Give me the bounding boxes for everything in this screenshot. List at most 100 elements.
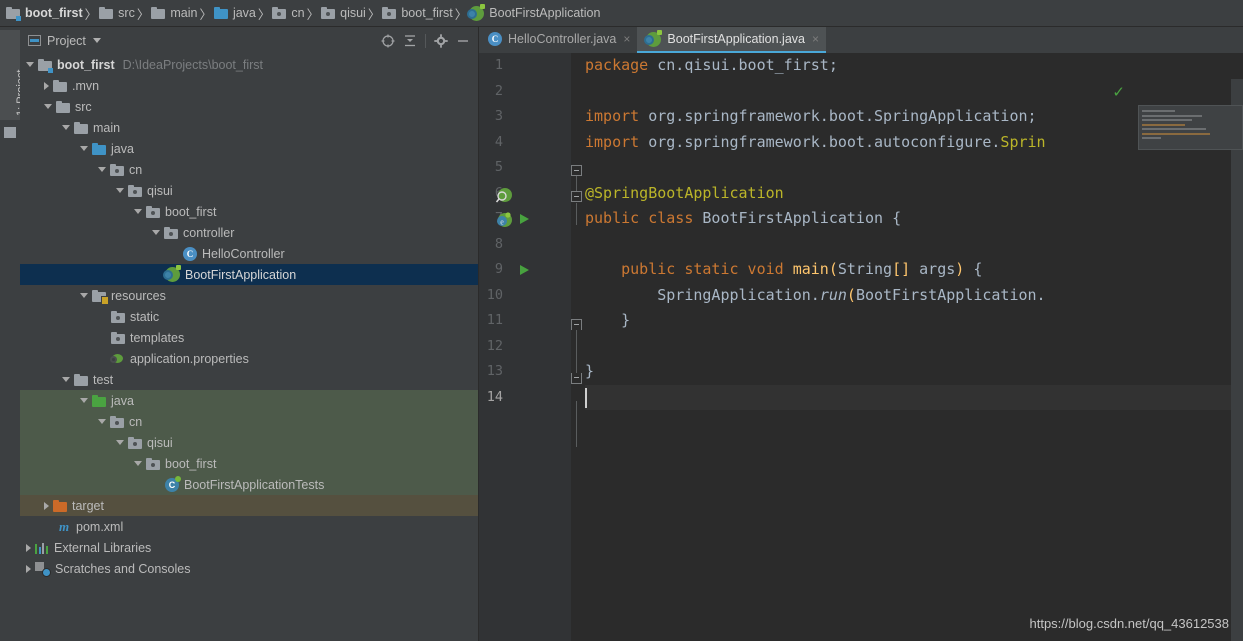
- breadcrumb-item-qisui[interactable]: qisui: [319, 0, 368, 27]
- tree-row-application-properties[interactable]: application.properties: [20, 348, 478, 369]
- chevron-down-icon[interactable]: [80, 398, 88, 403]
- code-line-3[interactable]: import org.springframework.boot.SpringAp…: [585, 104, 1037, 130]
- code-line-1[interactable]: package cn.qisui.boot_first;: [585, 53, 838, 79]
- fold-marker[interactable]: [571, 165, 582, 176]
- tree-row-test[interactable]: test: [20, 369, 478, 390]
- chevron-down-icon[interactable]: [98, 167, 106, 172]
- tree-row-hellocontroller[interactable]: C HelloController: [20, 243, 478, 264]
- breadcrumb-item-boot-first[interactable]: boot_first: [380, 0, 454, 27]
- tree-row-qisui[interactable]: qisui: [20, 180, 478, 201]
- tree-row-boot-first[interactable]: boot_first: [20, 453, 478, 474]
- chevron-down-icon[interactable]: [98, 419, 106, 424]
- scratches-icon: [35, 561, 51, 577]
- fold-column[interactable]: [571, 53, 585, 641]
- settings-button[interactable]: [430, 30, 452, 52]
- structure-icon[interactable]: [4, 127, 16, 138]
- tree-row-templates[interactable]: templates: [20, 327, 478, 348]
- code-token: run: [819, 285, 847, 304]
- chevron-down-icon[interactable]: [80, 146, 88, 151]
- chevron-down-icon[interactable]: [62, 377, 70, 382]
- breadcrumb-item-boot-first[interactable]: boot_first: [4, 0, 85, 27]
- chevron-down-icon[interactable]: [26, 62, 34, 67]
- code-line-9[interactable]: public static void main(String[] args) {: [585, 257, 982, 283]
- inspection-status-icon[interactable]: ✓: [1112, 83, 1125, 101]
- tree-row-label: test: [93, 372, 114, 387]
- tree-row-label: External Libraries: [54, 540, 152, 555]
- tree-row--mvn[interactable]: .mvn: [20, 75, 478, 96]
- code-token: []: [892, 260, 911, 278]
- line-number: 13: [486, 363, 503, 379]
- spring-boot-class-icon: [467, 3, 486, 21]
- code-line-13[interactable]: }: [585, 359, 594, 385]
- hide-panel-button[interactable]: [452, 30, 474, 52]
- code-line-7[interactable]: public class BootFirstApplication {: [585, 206, 901, 232]
- code-area[interactable]: 1234567891011121314e package cn.qisui.bo…: [479, 53, 1243, 641]
- chevron-down-icon[interactable]: [62, 125, 70, 130]
- tree-row-static[interactable]: static: [20, 306, 478, 327]
- breadcrumb-item-cn[interactable]: cn: [270, 0, 306, 27]
- chevron-down-icon[interactable]: [134, 209, 142, 214]
- chevron-down-icon[interactable]: [152, 230, 160, 235]
- code-line-6[interactable]: @SpringBootApplication: [585, 181, 784, 207]
- code-token: org.springframework.boot.SpringApplicati…: [648, 107, 1037, 125]
- tree-row-qisui[interactable]: qisui: [20, 432, 478, 453]
- tree-row-java[interactable]: java: [20, 390, 478, 411]
- tree-row-controller[interactable]: controller: [20, 222, 478, 243]
- editor-right-gutter[interactable]: [1231, 79, 1243, 641]
- fold-marker[interactable]: [571, 191, 582, 202]
- tree-row-scratches-and-consoles[interactable]: Scratches and Consoles: [20, 558, 478, 579]
- chevron-right-icon[interactable]: [44, 81, 49, 90]
- spring-bean-search-icon[interactable]: [495, 187, 513, 208]
- chevron-down-icon[interactable]: [116, 440, 124, 445]
- tool-window-tab-project[interactable]: 1: Project: [0, 30, 27, 120]
- editor-gutter[interactable]: 1234567891011121314e: [479, 53, 575, 641]
- project-tree[interactable]: boot_first D:\IdeaProjects\boot_first .mvn…: [20, 54, 478, 579]
- editor-tab-bar: C HelloController.java × BootFirstApplicati…: [479, 27, 1243, 53]
- breadcrumb-item-src[interactable]: src: [97, 0, 137, 27]
- tree-row-bootfirstapplicationtests[interactable]: BootFirstApplicationTests: [20, 474, 478, 495]
- breadcrumb-item-bootfirstapplication[interactable]: BootFirstApplication: [467, 0, 602, 27]
- tree-row-boot-first[interactable]: boot_first D:\IdeaProjects\boot_first: [20, 54, 478, 75]
- code-token: public static void: [585, 260, 793, 278]
- chevron-down-icon[interactable]: [80, 293, 88, 298]
- breadcrumb-separator: 〉: [367, 7, 381, 22]
- tree-row-label: templates: [130, 330, 185, 345]
- chevron-right-icon[interactable]: [44, 501, 49, 510]
- tree-row-cn[interactable]: cn: [20, 159, 478, 180]
- close-icon[interactable]: ×: [623, 33, 630, 45]
- tree-row-target[interactable]: target: [20, 495, 478, 516]
- breadcrumb-item-main[interactable]: main: [149, 0, 199, 27]
- close-icon[interactable]: ×: [812, 33, 819, 45]
- code-line-10[interactable]: SpringApplication.run(BootFirstApplicati…: [585, 283, 1045, 309]
- breadcrumb-item-java[interactable]: java: [212, 0, 258, 27]
- chevron-down-icon[interactable]: [134, 461, 142, 466]
- fold-marker[interactable]: [571, 373, 582, 384]
- editor-tab-hellocontroller-java[interactable]: C HelloController.java ×: [479, 27, 637, 53]
- chevron-down-icon[interactable]: [116, 188, 124, 193]
- tree-row-boot-first[interactable]: boot_first: [20, 201, 478, 222]
- tree-row-external-libraries[interactable]: External Libraries: [20, 537, 478, 558]
- chevron-right-icon[interactable]: [26, 543, 31, 552]
- chevron-down-icon[interactable]: [44, 104, 52, 109]
- chevron-down-icon[interactable]: [92, 38, 101, 43]
- chevron-right-icon[interactable]: [26, 564, 31, 573]
- tree-row-label: main: [93, 120, 121, 135]
- spring-bean-icon[interactable]: e: [495, 212, 513, 233]
- tree-row-bootfirstapplication[interactable]: BootFirstApplication: [20, 264, 478, 285]
- tree-row-java[interactable]: java: [20, 138, 478, 159]
- run-application-icon[interactable]: [517, 212, 531, 229]
- package-icon: [382, 7, 397, 19]
- line-number: 2: [494, 82, 503, 99]
- code-line-11[interactable]: }: [585, 308, 630, 334]
- tree-row-cn[interactable]: cn: [20, 411, 478, 432]
- collapse-all-button[interactable]: [399, 30, 421, 52]
- run-method-icon[interactable]: [517, 263, 531, 280]
- editor-tab-bootfirstapplication-java[interactable]: BootFirstApplication.java ×: [637, 27, 826, 53]
- tree-row-src[interactable]: src: [20, 96, 478, 117]
- tree-row-resources[interactable]: resources: [20, 285, 478, 306]
- code-line-4[interactable]: import org.springframework.boot.autoconf…: [585, 130, 1046, 156]
- select-opened-file-button[interactable]: [377, 30, 399, 52]
- tree-row-pom-xml[interactable]: m pom.xml: [20, 516, 478, 537]
- tree-row-main[interactable]: main: [20, 117, 478, 138]
- fold-marker[interactable]: [571, 319, 582, 330]
